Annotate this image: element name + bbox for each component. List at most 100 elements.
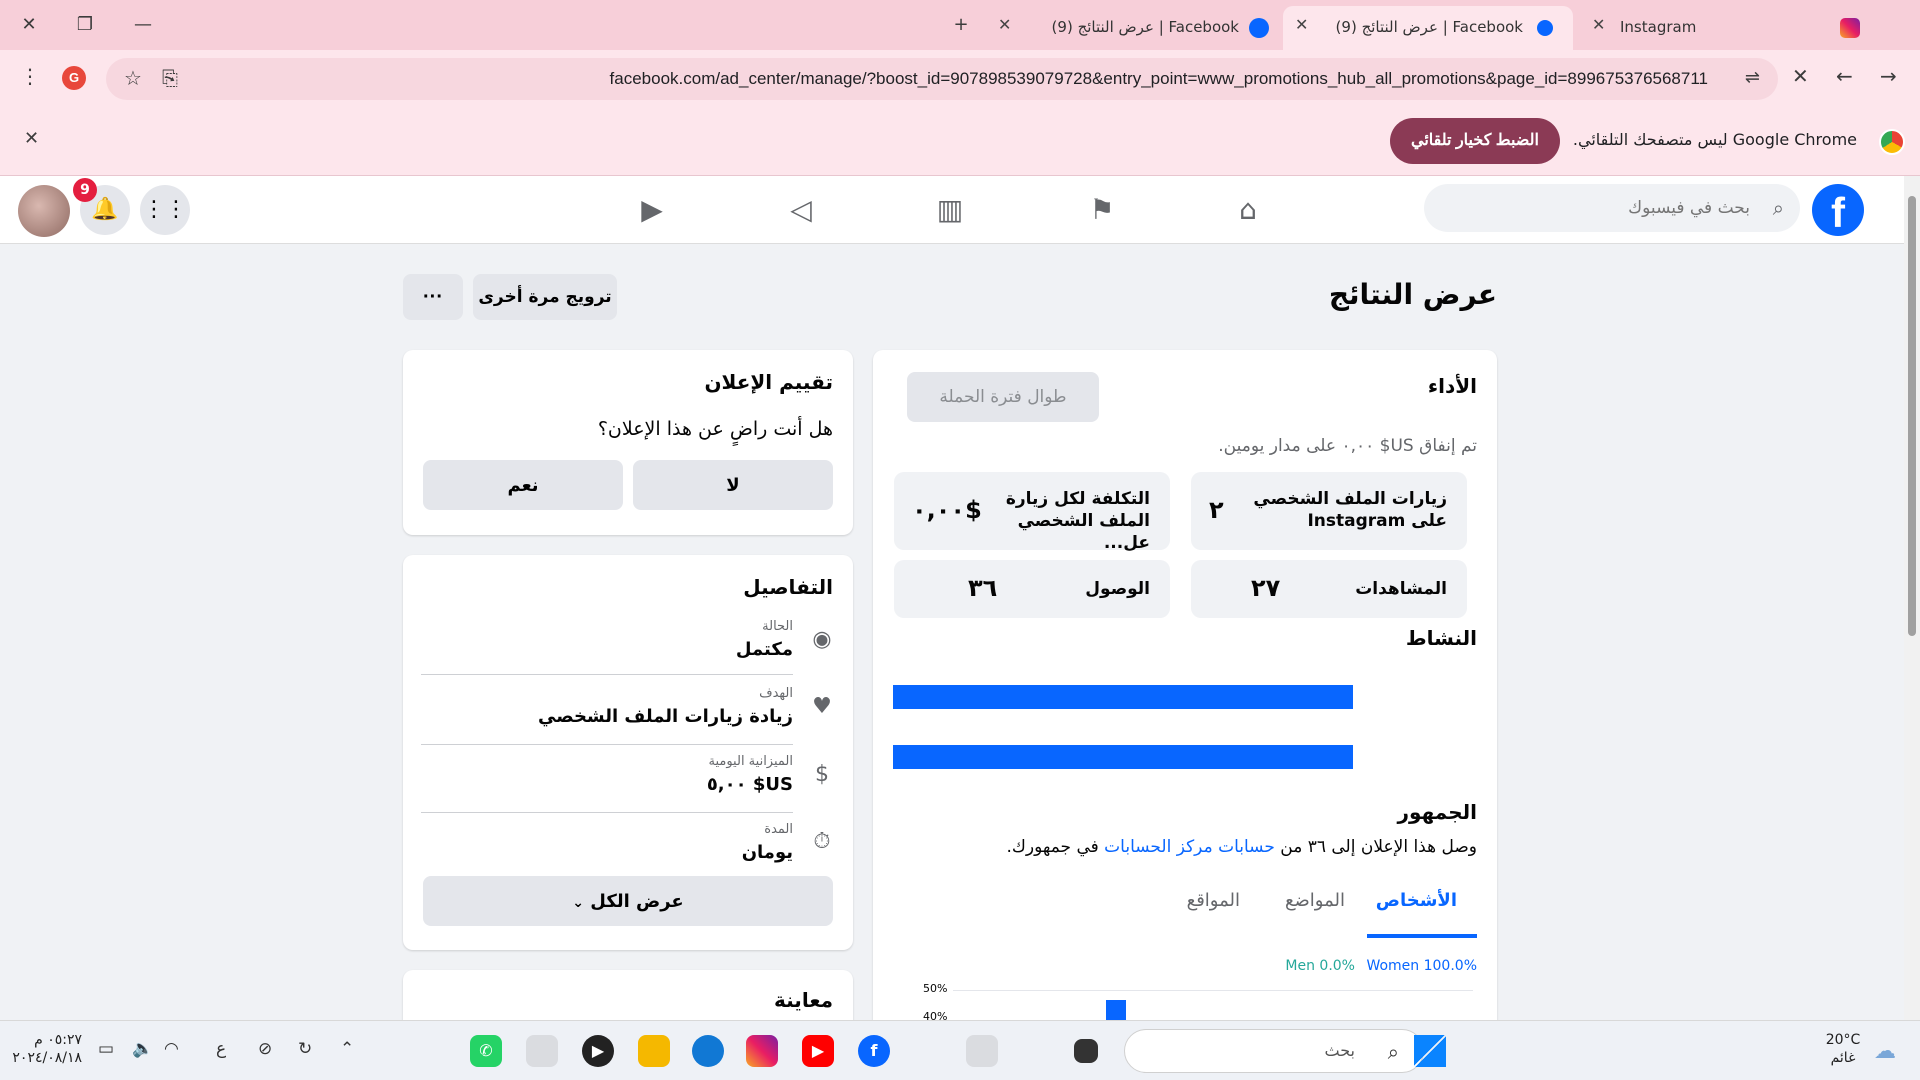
language-indicator[interactable]: ع: [216, 1039, 226, 1059]
page-title: عرض النتائج: [1328, 278, 1497, 311]
metric-value: ٢٧: [1251, 574, 1281, 602]
facebook-icon[interactable]: f: [858, 1035, 890, 1067]
terminal-icon[interactable]: [1074, 1039, 1098, 1063]
menu-grid-icon[interactable]: ⋮⋮: [140, 185, 190, 235]
activity-heading: النشاط: [1405, 626, 1477, 650]
chart-bar-women: [1106, 1000, 1126, 1020]
url-text[interactable]: facebook.com/ad_center/manage/?boost_id=…: [610, 69, 1708, 89]
search-input[interactable]: [1424, 184, 1800, 232]
accounts-center-link[interactable]: حسابات مركز الحسابات: [1104, 837, 1275, 857]
windows-start-icon[interactable]: [1414, 1035, 1446, 1067]
audience-text-before: وصل هذا الإعلان إلى ٣٦ من: [1280, 837, 1477, 857]
spend-text: تم إنفاق US$ ٠,٠٠ على مدار يومين.: [1218, 436, 1477, 456]
clock-date: ٢٠٢٤/٠٨/١٨: [12, 1050, 82, 1066]
browser-tab-3[interactable]: ✕ (9) عرض النتائج | Facebook: [990, 6, 1275, 50]
ads-megaphone-icon[interactable]: ◁: [781, 190, 821, 230]
set-default-button[interactable]: الضبط كخيار تلقائي: [1390, 118, 1560, 164]
taskbar-search[interactable]: ⌕ بحث: [1124, 1029, 1424, 1073]
media-player-icon[interactable]: ▶: [582, 1035, 614, 1067]
radio-icon: ◉: [812, 627, 832, 652]
restore-window-icon[interactable]: ❐: [70, 10, 100, 40]
performance-heading: الأداء: [1427, 374, 1477, 398]
metric-label: الوصول: [1085, 579, 1150, 599]
file-explorer-icon[interactable]: [638, 1035, 670, 1067]
metric-reach: الوصول ٣٦: [894, 560, 1170, 618]
detail-label: الميزانية اليومية: [708, 754, 793, 769]
tab-people[interactable]: الأشخاص: [1376, 890, 1457, 911]
back-arrow-icon[interactable]: ←: [1836, 64, 1853, 88]
no-button[interactable]: لا: [633, 460, 833, 510]
browser-tab-2[interactable]: ✕ (9) عرض النتائج | Facebook: [1283, 6, 1573, 50]
new-tab-button[interactable]: +: [946, 10, 976, 40]
rating-question: هل أنت راضٍ عن هذا الإعلان؟: [597, 418, 833, 440]
stop-load-icon[interactable]: ✕: [1792, 64, 1809, 88]
more-options-button[interactable]: ···: [403, 274, 463, 320]
bookmark-star-icon[interactable]: ☆: [124, 66, 142, 90]
clock-time: ٠٥:٢٧ م: [34, 1032, 82, 1048]
close-infobar-icon[interactable]: ✕: [24, 128, 39, 149]
tab-locations[interactable]: المواقع: [1187, 890, 1240, 911]
metric-value: ٢: [1209, 496, 1224, 524]
refresh-icon[interactable]: ↻: [298, 1039, 312, 1059]
facebook-favicon-icon: [1537, 20, 1553, 36]
metric-cost-per-visit: التكلفة لكل زيارة الملف الشخصي عل... $٠,…: [894, 472, 1170, 553]
volume-icon[interactable]: 🔈: [132, 1039, 153, 1059]
close-tab-icon[interactable]: ✕: [1592, 15, 1605, 34]
detail-row-goal: الهدف زيادة زيارات الملف الشخصي: [421, 684, 793, 745]
page-scrollbar[interactable]: [1904, 176, 1920, 1024]
taskbar-search-text: بحث: [1324, 1041, 1356, 1060]
period-button[interactable]: طوال فترة الحملة: [907, 372, 1099, 422]
sync-off-icon[interactable]: ⊘: [258, 1039, 272, 1059]
activity-bar: [893, 745, 1353, 769]
close-tab-icon[interactable]: ✕: [1295, 15, 1308, 34]
performance-card: الأداء طوال فترة الحملة تم إنفاق US$ ٠,٠…: [873, 350, 1497, 1050]
home-icon[interactable]: ⌂: [1228, 190, 1268, 230]
close-window-icon[interactable]: ✕: [14, 10, 44, 40]
detail-label: الهدف: [759, 686, 793, 701]
chrome-icon[interactable]: [966, 1035, 998, 1067]
infobar-message: Google Chrome ليس متصفحك التلقائي.: [1572, 130, 1857, 149]
audience-heading: الجمهور: [1397, 800, 1477, 824]
youtube-icon[interactable]: ▶: [802, 1035, 834, 1067]
chrome-logo-icon: [1879, 129, 1905, 155]
facebook-logo[interactable]: f: [1812, 184, 1864, 236]
wifi-icon[interactable]: ◠: [164, 1039, 179, 1059]
boost-again-button[interactable]: ترويج مرة أخرى: [473, 274, 617, 320]
battery-icon[interactable]: ▭: [98, 1039, 114, 1059]
instagram-icon[interactable]: [746, 1035, 778, 1067]
details-heading: التفاصيل: [743, 575, 833, 599]
browser-tab-1[interactable]: ✕ Instagram: [1580, 6, 1860, 50]
profile-avatar[interactable]: G: [62, 66, 86, 90]
chevron-up-icon[interactable]: ⌃: [340, 1039, 354, 1059]
video-play-icon[interactable]: ▶: [632, 190, 672, 230]
legend-women: Women 100.0%: [1366, 958, 1477, 974]
tab-title: (9) عرض النتائج | Facebook: [1051, 18, 1239, 36]
menu-dots-icon[interactable]: ⋮: [20, 64, 40, 88]
edge-icon[interactable]: [692, 1035, 724, 1067]
tab-placements[interactable]: المواضع: [1285, 890, 1345, 911]
view-all-button[interactable]: عرض الكل ⌄: [423, 876, 833, 926]
ad-rating-card: تقييم الإعلان هل أنت راضٍ عن هذا الإعلان…: [403, 350, 853, 535]
site-settings-icon[interactable]: ⇌: [1745, 67, 1760, 88]
minimize-window-icon[interactable]: —: [128, 10, 158, 40]
scroll-thumb[interactable]: [1908, 196, 1916, 636]
forward-arrow-icon[interactable]: →: [1880, 64, 1897, 88]
detail-row-status: الحالة مكتمل: [421, 617, 793, 675]
whatsapp-icon[interactable]: ✆: [470, 1035, 502, 1067]
windows-taskbar: ٠٥:٢٧ م ٢٠٢٤/٠٨/١٨ ▭ 🔈 ◠ ع ⊘ ↻ ⌃ ✆ ▶ ▶ f…: [0, 1020, 1920, 1080]
detail-label: المدة: [764, 822, 793, 837]
instagram-favicon-icon: [1840, 18, 1860, 38]
dollar-icon: $: [815, 762, 829, 787]
system-clock[interactable]: ٠٥:٢٧ م ٢٠٢٤/٠٨/١٨: [12, 1031, 82, 1067]
install-app-icon[interactable]: ⎘: [162, 66, 178, 90]
chrome-icon[interactable]: [526, 1035, 558, 1067]
yes-button[interactable]: نعم: [423, 460, 623, 510]
address-bar[interactable]: ☆ ⎘ facebook.com/ad_center/manage/?boost…: [106, 58, 1778, 100]
detail-label: الحالة: [762, 619, 793, 634]
profile-avatar[interactable]: [18, 185, 70, 237]
close-tab-icon[interactable]: ✕: [998, 15, 1011, 34]
weather-widget[interactable]: 20°C غائم: [1818, 1031, 1868, 1067]
pages-flag-icon[interactable]: ⚑: [1082, 190, 1122, 230]
search-icon: ⌕: [1772, 196, 1784, 220]
insights-chart-icon[interactable]: ▥: [930, 190, 970, 230]
